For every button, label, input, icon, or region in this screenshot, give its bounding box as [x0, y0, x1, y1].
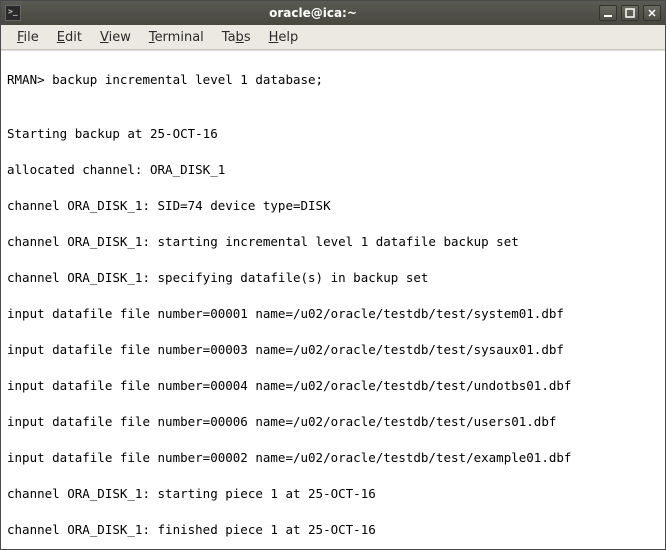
terminal-line: allocated channel: ORA_DISK_1: [7, 161, 659, 179]
terminal-line: channel ORA_DISK_1: finished piece 1 at …: [7, 521, 659, 539]
terminal-line: input datafile file number=00006 name=/u…: [7, 413, 659, 431]
menu-edit[interactable]: Edit: [49, 28, 90, 47]
terminal-line: input datafile file number=00004 name=/u…: [7, 377, 659, 395]
window-title: oracle@ica:~: [27, 6, 599, 20]
menubar: File Edit View Terminal Tabs Help: [1, 25, 665, 50]
menu-file[interactable]: File: [9, 28, 47, 47]
terminal-output[interactable]: RMAN> backup incremental level 1 databas…: [1, 50, 665, 549]
terminal-line: channel ORA_DISK_1: specifying datafile(…: [7, 269, 659, 287]
terminal-window: oracle@ica:~ File Edit View: [0, 0, 666, 550]
terminal-line: Starting backup at 25-OCT-16: [7, 125, 659, 143]
terminal-app-icon: [5, 5, 21, 21]
menu-view[interactable]: View: [92, 28, 139, 47]
terminal-line: channel ORA_DISK_1: starting incremental…: [7, 233, 659, 251]
terminal-line: input datafile file number=00001 name=/u…: [7, 305, 659, 323]
menu-terminal[interactable]: Terminal: [141, 28, 212, 47]
menu-tabs[interactable]: Tabs: [214, 28, 259, 47]
close-icon: [647, 8, 657, 18]
titlebar[interactable]: oracle@ica:~: [1, 1, 665, 25]
window-controls: [599, 5, 661, 21]
terminal-line: input datafile file number=00003 name=/u…: [7, 341, 659, 359]
minimize-button[interactable]: [599, 5, 617, 21]
maximize-button[interactable]: [621, 5, 639, 21]
terminal-line: RMAN> backup incremental level 1 databas…: [7, 71, 659, 89]
maximize-icon: [625, 8, 635, 18]
close-button[interactable]: [643, 5, 661, 21]
terminal-line: input datafile file number=00002 name=/u…: [7, 449, 659, 467]
terminal-line: channel ORA_DISK_1: starting piece 1 at …: [7, 485, 659, 503]
menu-help[interactable]: Help: [261, 28, 307, 47]
minimize-icon: [603, 8, 613, 18]
terminal-line: channel ORA_DISK_1: SID=74 device type=D…: [7, 197, 659, 215]
